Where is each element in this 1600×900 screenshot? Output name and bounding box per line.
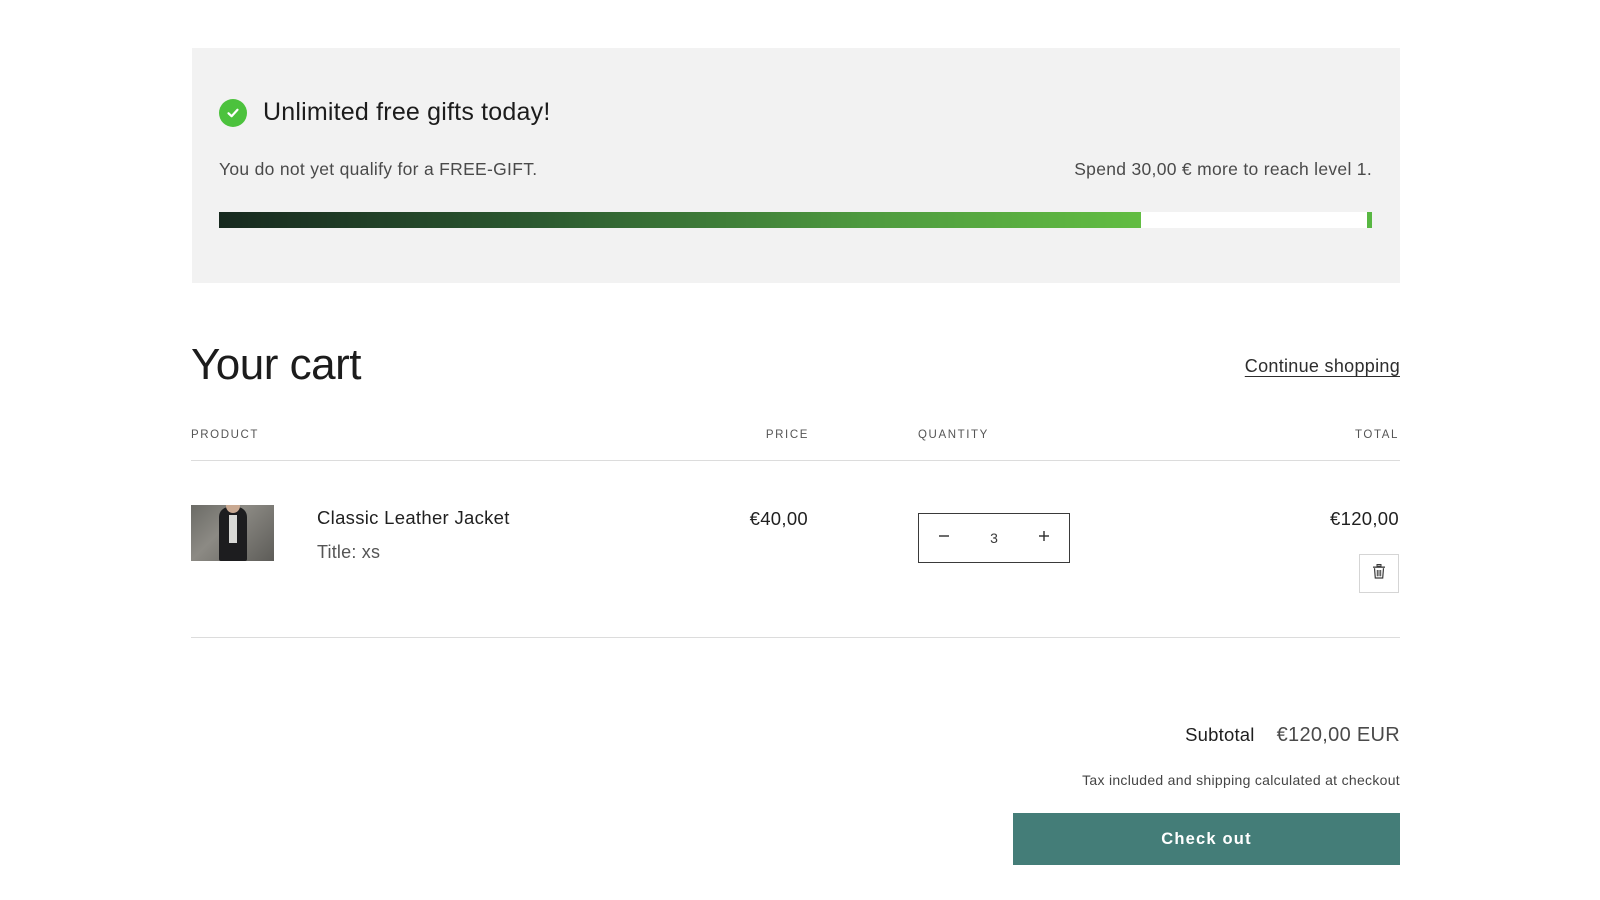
gift-title: Unlimited free gifts today!: [263, 98, 551, 126]
item-total: €120,00: [1330, 508, 1399, 529]
gift-hint-text: Spend 30,00 € more to reach level 1.: [1074, 159, 1372, 179]
shirt-detail: [229, 515, 237, 543]
page-title: Your cart: [191, 340, 361, 389]
checkout-button[interactable]: Check out: [1013, 813, 1400, 865]
table-divider: [191, 460, 1400, 461]
plus-icon: [1038, 529, 1050, 547]
gift-progress-bar: [219, 212, 1372, 228]
product-name-link[interactable]: Classic Leather Jacket: [317, 507, 510, 529]
product-image[interactable]: [191, 505, 274, 561]
remove-item-button[interactable]: [1359, 554, 1399, 593]
check-circle-icon: [219, 98, 247, 127]
subtotal-label: Subtotal: [1185, 724, 1255, 745]
decrease-quantity-button[interactable]: [919, 514, 969, 562]
quantity-input[interactable]: 3: [969, 530, 1019, 546]
gift-level-marker: [1367, 212, 1372, 228]
gift-title-row: Unlimited free gifts today!: [219, 98, 550, 127]
column-header-product: PRODUCT: [191, 429, 260, 441]
gift-progress-fill: [219, 212, 1142, 228]
column-header-quantity: QUANTITY: [918, 429, 989, 441]
column-header-price: PRICE: [765, 429, 809, 441]
item-price: €40,00: [749, 508, 808, 529]
increase-quantity-button[interactable]: [1019, 514, 1069, 562]
column-header-total: TOTAL: [1355, 429, 1399, 441]
tax-note: Tax included and shipping calculated at …: [1082, 772, 1400, 788]
gift-status-text: You do not yet qualify for a FREE-GIFT.: [219, 159, 538, 179]
subtotal-row: Subtotal €120,00 EUR: [1185, 724, 1400, 747]
minus-icon: [938, 529, 950, 547]
quantity-stepper: 3: [918, 513, 1070, 563]
trash-icon: [1372, 563, 1386, 584]
continue-shopping-link[interactable]: Continue shopping: [1245, 356, 1400, 377]
table-divider: [191, 637, 1400, 638]
subtotal-value: €120,00 EUR: [1276, 724, 1400, 746]
product-variant: Title: xs: [317, 542, 381, 562]
cart-page: Unlimited free gifts today! You do not y…: [0, 0, 1600, 900]
free-gift-banner: Unlimited free gifts today! You do not y…: [192, 48, 1400, 283]
